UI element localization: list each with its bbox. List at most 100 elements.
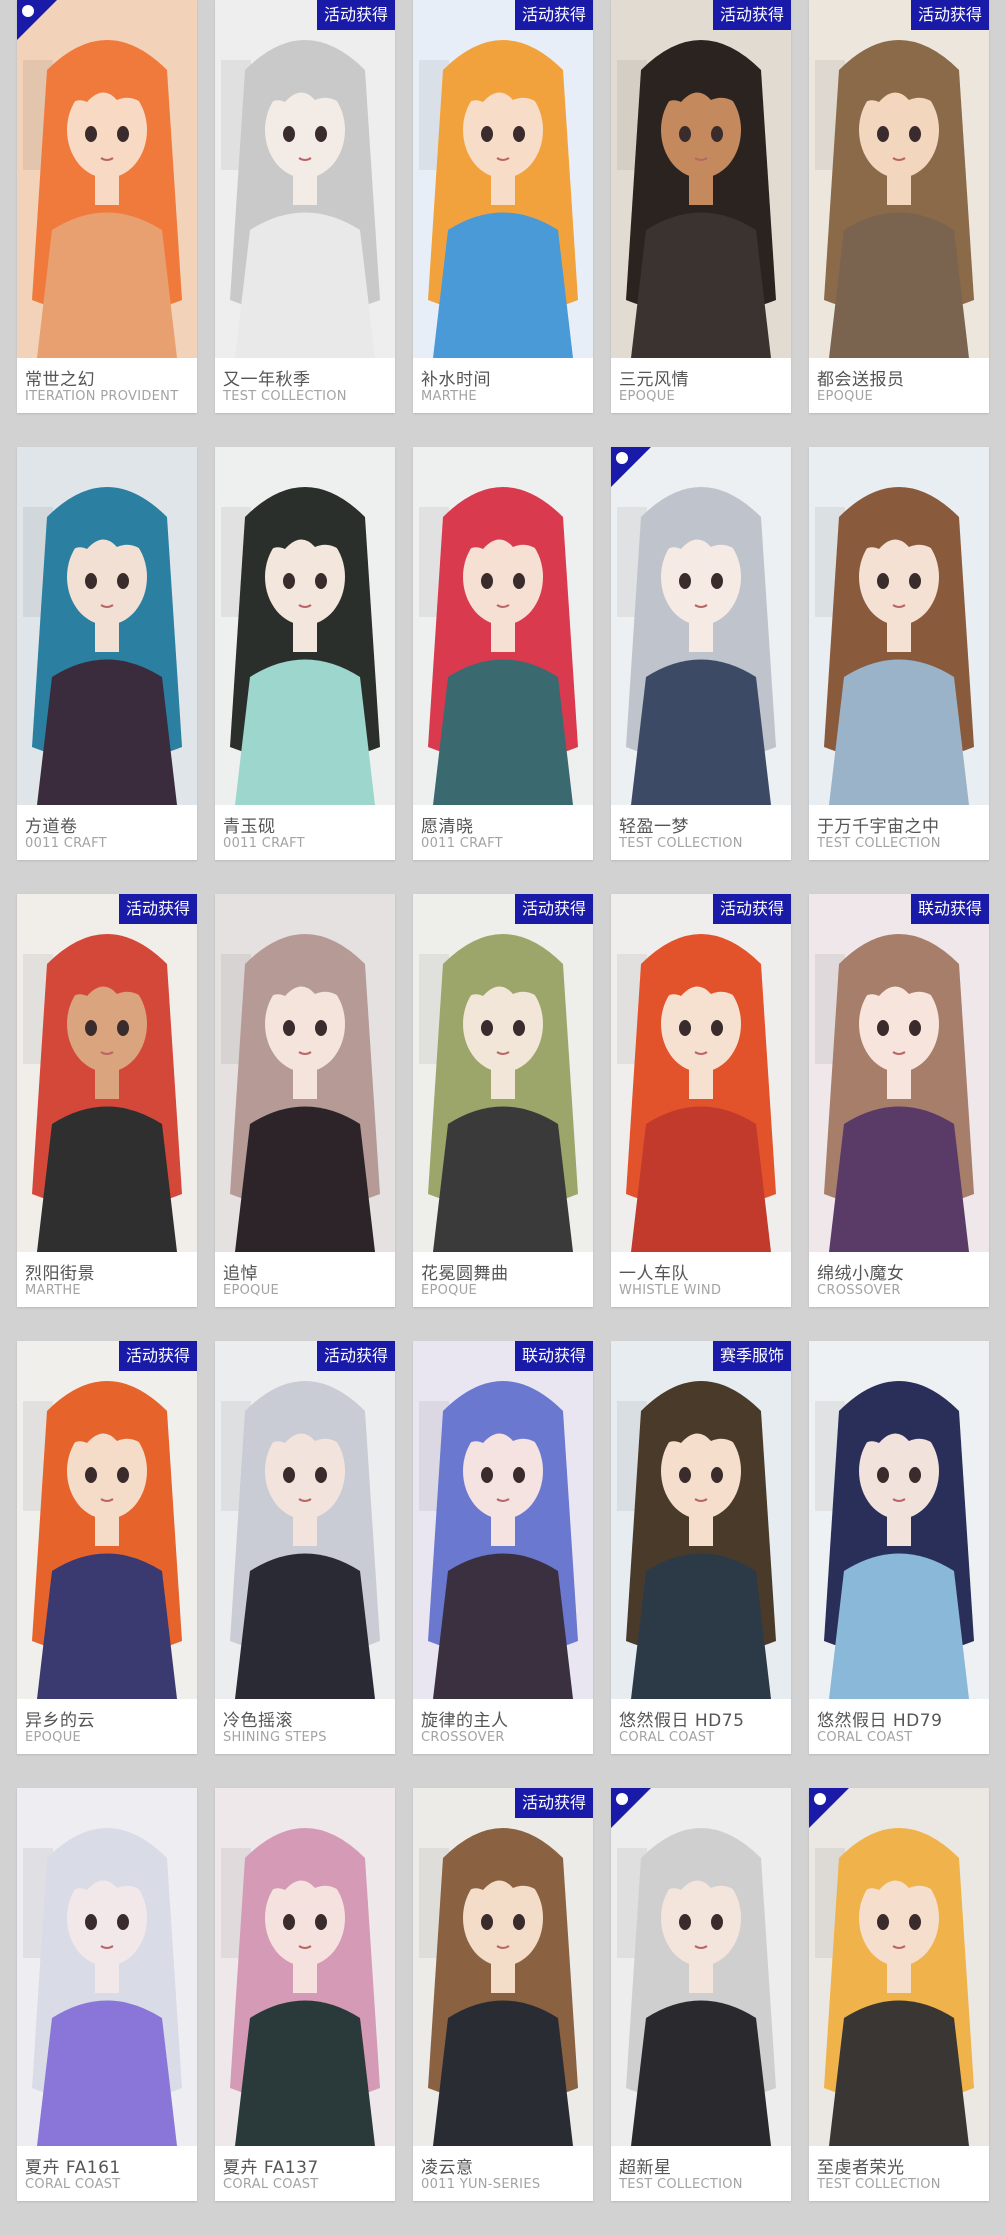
skin-card[interactable]: 联动获得 绵绒小魔女 CROSSOVER <box>809 894 989 1307</box>
right-eye <box>117 1914 129 1930</box>
outfit-shape <box>631 659 771 805</box>
rarity-corner-icon <box>809 1788 849 1828</box>
corner-emblem-icon <box>611 1788 651 1828</box>
skin-card[interactable]: 夏卉 FA161 CORAL COAST <box>17 1788 197 2201</box>
skin-artwork <box>611 447 791 805</box>
outfit-shape <box>829 212 969 358</box>
outfit-shape <box>37 2000 177 2146</box>
left-eye <box>679 1467 691 1483</box>
acquisition-badge: 活动获得 <box>316 0 395 30</box>
skin-card[interactable]: 愿清晓 0011 CRAFT <box>413 447 593 860</box>
acquisition-badge: 活动获得 <box>118 894 197 924</box>
skin-card[interactable]: 活动获得 三元风情 EPOQUE <box>611 0 791 413</box>
skin-name: 方道卷 <box>25 817 78 837</box>
skin-card[interactable]: 活动获得 都会送报员 EPOQUE <box>809 0 989 413</box>
skin-card[interactable]: 联动获得 旋律的主人 CROSSOVER <box>413 1341 593 1754</box>
corner-emblem <box>22 5 34 17</box>
character-illustration <box>413 894 593 1252</box>
character-illustration <box>611 1341 791 1699</box>
left-eye <box>877 1467 889 1483</box>
left-eye <box>85 1020 97 1036</box>
skin-card[interactable]: 常世之幻 ITERATION PROVIDENT <box>17 0 197 413</box>
right-eye <box>711 1467 723 1483</box>
skin-artwork <box>809 447 989 805</box>
right-eye <box>315 1467 327 1483</box>
skin-artwork <box>413 1341 593 1699</box>
outfit-shape <box>829 2000 969 2146</box>
right-eye <box>315 573 327 589</box>
character-illustration <box>413 0 593 358</box>
skin-name: 凌云意 <box>421 2158 474 2178</box>
skin-card[interactable]: 方道卷 0011 CRAFT <box>17 447 197 860</box>
skin-series: EPOQUE <box>817 389 874 404</box>
skin-name: 旋律的主人 <box>421 1711 509 1731</box>
skin-card[interactable]: 活动获得 冷色摇滚 SHINING STEPS <box>215 1341 395 1754</box>
left-eye <box>85 1914 97 1930</box>
rarity-corner-icon <box>611 1788 651 1828</box>
left-eye <box>877 126 889 142</box>
skin-name: 常世之幻 <box>25 370 95 390</box>
right-eye <box>315 126 327 142</box>
skin-series: TEST COLLECTION <box>619 836 743 851</box>
skin-series: SHINING STEPS <box>223 1730 327 1745</box>
skin-name: 三元风情 <box>619 370 689 390</box>
character-illustration <box>611 894 791 1252</box>
skin-card[interactable]: 活动获得 异乡的云 EPOQUE <box>17 1341 197 1754</box>
outfit-shape <box>631 2000 771 2146</box>
skin-card[interactable]: 活动获得 花冕圆舞曲 EPOQUE <box>413 894 593 1307</box>
skin-card[interactable]: 活动获得 烈阳街景 MARTHE <box>17 894 197 1307</box>
skin-name: 至虔者荣光 <box>817 2158 905 2178</box>
skin-series: CORAL COAST <box>817 1730 913 1745</box>
left-eye <box>283 126 295 142</box>
skin-artwork <box>413 1788 593 2146</box>
skin-name: 又一年秋季 <box>223 370 311 390</box>
skin-series: 0011 YUN-SERIES <box>421 2177 541 2192</box>
skin-artwork <box>17 447 197 805</box>
outfit-shape <box>37 212 177 358</box>
skin-card[interactable]: 轻盈一梦 TEST COLLECTION <box>611 447 791 860</box>
skin-series: WHISTLE WIND <box>619 1283 722 1298</box>
skin-name: 悠然假日 HD75 <box>619 1711 745 1731</box>
skin-artwork <box>17 0 197 358</box>
left-eye <box>877 573 889 589</box>
skin-card[interactable]: 活动获得 一人车队 WHISTLE WIND <box>611 894 791 1307</box>
skin-card[interactable]: 于万千宇宙之中 TEST COLLECTION <box>809 447 989 860</box>
skin-series: EPOQUE <box>619 389 676 404</box>
right-eye <box>315 1020 327 1036</box>
right-eye <box>513 126 525 142</box>
outfit-shape <box>37 1553 177 1699</box>
skin-card[interactable]: 悠然假日 HD79 CORAL COAST <box>809 1341 989 1754</box>
outfit-shape <box>631 212 771 358</box>
skin-artwork <box>215 1341 395 1699</box>
skin-card[interactable]: 活动获得凌云意 0011 YUN-SERIES <box>413 1788 593 2201</box>
skin-card[interactable]: 夏卉 FA137 CORAL COAST <box>215 1788 395 2201</box>
skin-name: 青玉砚 <box>223 817 276 837</box>
skin-series: TEST COLLECTION <box>619 2177 743 2192</box>
character-illustration <box>809 1788 989 2146</box>
skin-card[interactable]: 活动获得 又一年秋季 TEST COLLECTION <box>215 0 395 413</box>
right-eye <box>117 1467 129 1483</box>
corner-triangle <box>809 1788 849 1828</box>
corner-emblem <box>814 1793 826 1805</box>
skin-name: 冷色摇滚 <box>223 1711 293 1731</box>
skin-artwork <box>413 894 593 1252</box>
skin-artwork <box>413 447 593 805</box>
outfit-shape <box>433 659 573 805</box>
skin-card[interactable]: 超新星 TEST COLLECTION <box>611 1788 791 2201</box>
skin-series: CORAL COAST <box>619 1730 715 1745</box>
rarity-corner-icon <box>17 0 57 40</box>
skin-card[interactable]: 青玉砚 0011 CRAFT <box>215 447 395 860</box>
skin-card[interactable]: 至虔者荣光 TEST COLLECTION <box>809 1788 989 2201</box>
skin-name: 一人车队 <box>619 1264 689 1284</box>
skin-card[interactable]: 追悼 EPOQUE <box>215 894 395 1307</box>
left-eye <box>283 1467 295 1483</box>
acquisition-badge: 联动获得 <box>910 894 989 924</box>
skin-card[interactable]: 赛季服饰 悠然假日 HD75 CORAL COAST <box>611 1341 791 1754</box>
character-illustration <box>215 0 395 358</box>
skin-name: 烈阳街景 <box>25 1264 95 1284</box>
skin-artwork <box>611 1341 791 1699</box>
acquisition-badge: 活动获得 <box>514 1788 593 1818</box>
skin-card[interactable]: 活动获得 补水时间 MARTHE <box>413 0 593 413</box>
skin-series: 0011 CRAFT <box>25 836 107 851</box>
skin-series: MARTHE <box>421 389 477 404</box>
